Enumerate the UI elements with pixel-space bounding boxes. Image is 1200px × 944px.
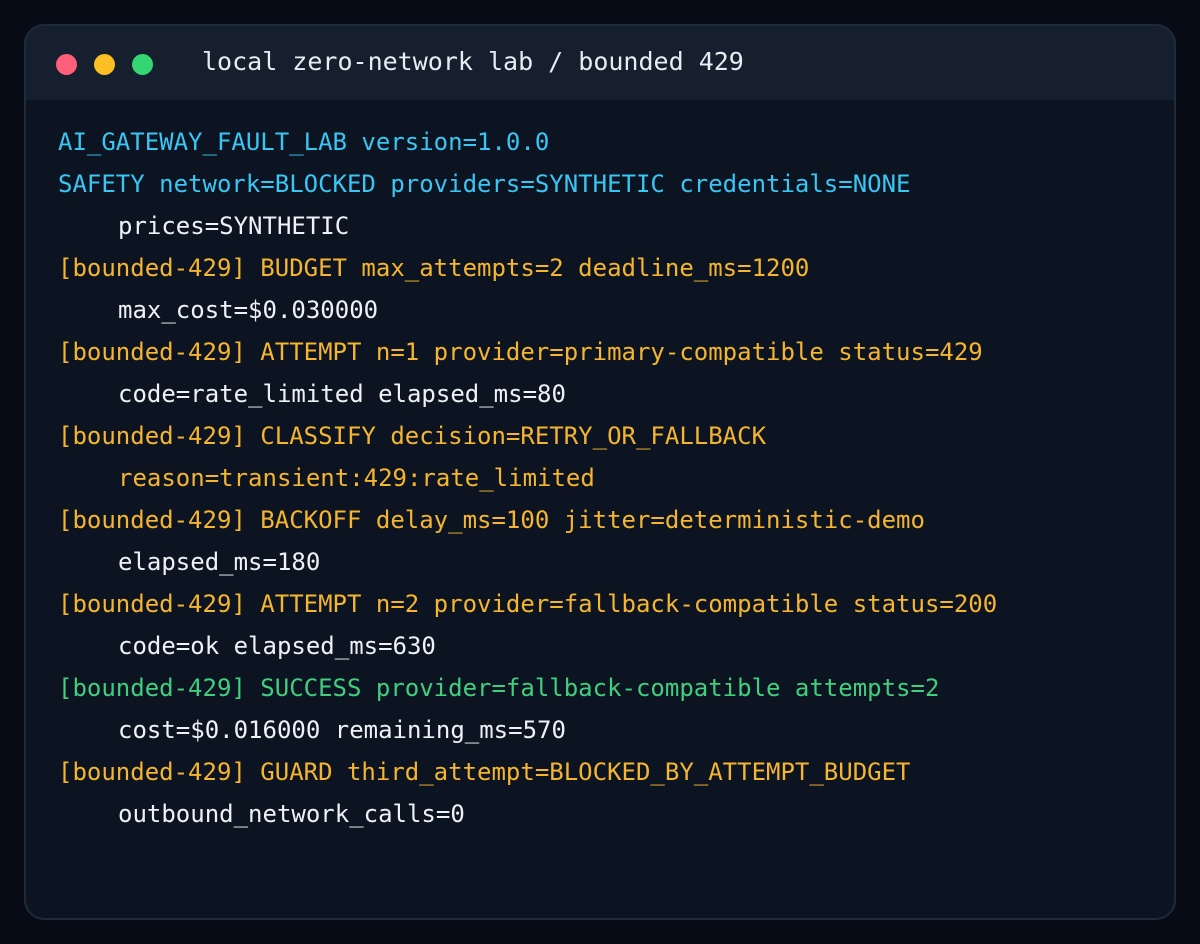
window-title: local zero-network lab / bounded 429 <box>202 47 744 76</box>
title-bar: local zero-network lab / bounded 429 <box>26 26 1174 100</box>
log-line: cost=$0.016000 remaining_ms=570 <box>118 716 566 744</box>
log-line: code=rate_limited elapsed_ms=80 <box>118 380 566 408</box>
log-line: elapsed_ms=180 <box>118 548 321 576</box>
log-line: code=ok elapsed_ms=630 <box>118 632 436 660</box>
terminal-window: local zero-network lab / bounded 429 AI_… <box>24 24 1176 920</box>
log-line: outbound_network_calls=0 <box>118 800 465 828</box>
log-line: [bounded-429] BUDGET max_attempts=2 dead… <box>58 254 810 282</box>
log-line: SAFETY network=BLOCKED providers=SYNTHET… <box>58 170 911 198</box>
log-line: [bounded-429] ATTEMPT n=2 provider=fallb… <box>58 590 998 618</box>
log-line: [bounded-429] GUARD third_attempt=BLOCKE… <box>58 758 911 786</box>
log-line: max_cost=$0.030000 <box>118 296 379 324</box>
log-line: [bounded-429] ATTEMPT n=1 provider=prima… <box>58 338 983 366</box>
terminal-output: AI_GATEWAY_FAULT_LAB version=1.0.0 SAFETY… <box>58 121 997 835</box>
log-line: [bounded-429] BACKOFF delay_ms=100 jitte… <box>58 506 925 534</box>
log-line: [bounded-429] SUCCESS provider=fallback-… <box>58 674 940 702</box>
minimize-window-button[interactable] <box>94 54 115 75</box>
log-line: reason=transient:429:rate_limited <box>118 464 595 492</box>
log-line: prices=SYNTHETIC <box>118 212 350 240</box>
log-line: AI_GATEWAY_FAULT_LAB version=1.0.0 <box>58 128 550 156</box>
log-line: [bounded-429] CLASSIFY decision=RETRY_OR… <box>58 422 767 450</box>
close-window-button[interactable] <box>56 54 77 75</box>
maximize-window-button[interactable] <box>132 54 153 75</box>
